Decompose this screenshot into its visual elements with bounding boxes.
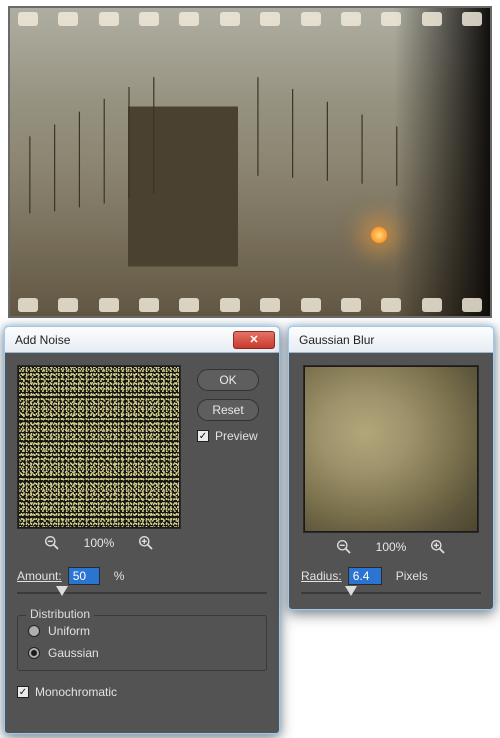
radius-label: Radius: [301,569,342,583]
preview-checkbox[interactable]: ✓ Preview [197,429,259,443]
film-sprockets-bottom [10,294,490,316]
add-noise-titlebar[interactable]: Add Noise ✕ [5,327,279,353]
close-button[interactable]: ✕ [233,331,275,349]
monochromatic-label: Monochromatic [35,685,117,699]
amount-field[interactable] [68,567,100,585]
distribution-gaussian[interactable]: Gaussian [28,646,256,660]
zoom-out-icon[interactable] [336,539,352,555]
gaussian-blur-title: Gaussian Blur [299,333,374,347]
amount-slider[interactable] [17,587,267,601]
add-noise-dialog: Add Noise ✕ 100% OK Reset [4,326,280,734]
checkbox-icon: ✓ [197,430,209,442]
radius-field[interactable] [348,567,382,585]
zoom-percent: 100% [84,536,115,550]
close-icon: ✕ [249,333,258,346]
distribution-legend: Distribution [26,607,94,621]
amount-label: Amount: [17,569,62,583]
amount-unit: % [114,569,125,583]
noise-preview[interactable] [17,365,181,529]
radius-unit: Pixels [396,569,428,583]
film-sprockets-top [10,8,490,30]
result-image [8,6,492,318]
radio-icon [28,625,40,637]
radio-icon [28,647,40,659]
gaussian-blur-titlebar[interactable]: Gaussian Blur [289,327,493,353]
monochromatic-checkbox[interactable]: ✓ Monochromatic [17,685,267,699]
zoom-in-icon[interactable] [430,539,446,555]
radius-slider[interactable] [301,587,481,601]
slider-thumb[interactable] [345,586,357,596]
preview-label: Preview [215,429,258,443]
distribution-uniform[interactable]: Uniform [28,624,256,638]
slider-thumb[interactable] [56,586,68,596]
reset-button[interactable]: Reset [197,399,259,421]
zoom-in-icon[interactable] [138,535,154,551]
zoom-out-icon[interactable] [44,535,60,551]
blur-preview[interactable] [303,365,479,533]
checkbox-icon: ✓ [17,686,29,698]
gaussian-blur-dialog: Gaussian Blur 100% Radius: Pixels [288,326,494,610]
bridge-illustration [10,8,490,316]
distribution-group: Distribution Uniform Gaussian [17,615,267,671]
ok-button[interactable]: OK [197,369,259,391]
zoom-percent: 100% [376,540,407,554]
add-noise-title: Add Noise [15,333,70,347]
sunflare [370,226,388,244]
